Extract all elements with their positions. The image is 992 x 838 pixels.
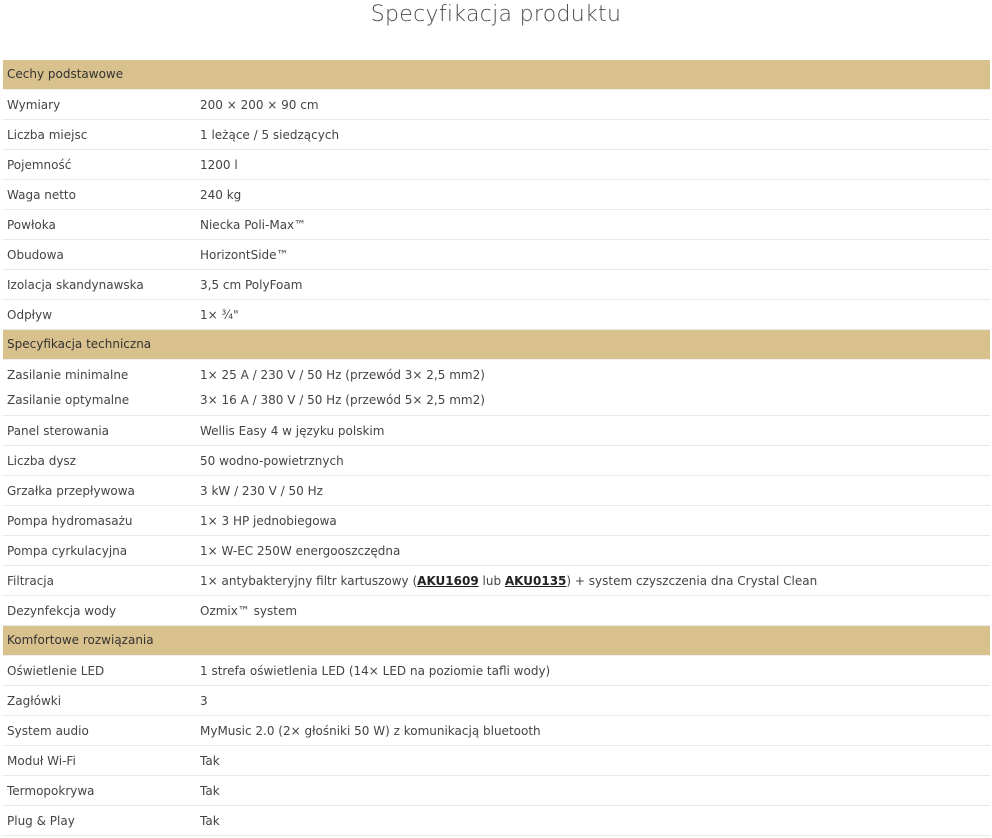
table-row: Termopokrywa Tak (3, 776, 990, 806)
spec-label: Filtracja (7, 573, 54, 588)
table-row: Liczba miejsc 1 leżące / 5 siedzących (3, 120, 990, 150)
table-row: Dezynfekcja wody Ozmix™ system (3, 596, 990, 626)
table-row: Izolacja skandynawska 3,5 cm PolyFoam (3, 270, 990, 300)
spec-value: Niecka Poli-Max™ (200, 217, 307, 232)
spec-value: 1 leżące / 5 siedzących (200, 127, 340, 142)
filtration-middle: lub (478, 573, 505, 588)
spec-value: Wellis Easy 4 w języku polskim (200, 423, 385, 438)
spec-value: 50 wodno-powietrznych (200, 453, 344, 468)
section-header-basic: Cechy podstawowe (3, 60, 990, 90)
spec-label: Izolacja skandynawska (7, 277, 144, 292)
spec-label: Pompa cyrkulacyjna (7, 543, 128, 558)
power-opt-value: 3× 16 A / 380 V / 50 Hz (przewód 5× 2,5 … (200, 392, 485, 407)
spec-label: Wymiary (7, 97, 61, 112)
spec-label: Dezynfekcja wody (7, 603, 117, 618)
spec-label: Pompa hydromasażu (7, 513, 133, 528)
table-row: Panel sterowania Wellis Easy 4 w języku … (3, 416, 990, 446)
table-row: Zagłówki 3 (3, 686, 990, 716)
table-row: Grzałka przepływowa 3 kW / 230 V / 50 Hz (3, 476, 990, 506)
filtration-suffix: ) + system czyszczenia dna Crystal Clean (566, 573, 818, 588)
spec-label: Termopokrywa (7, 783, 95, 798)
table-row: Pompa hydromasażu 1× 3 HP jednobiegowa (3, 506, 990, 536)
spec-label: Zasilanie minimalne Zasilanie optymalne (3, 360, 200, 415)
spec-value: 1× antybakteryjny filtr kartuszowy (AKU1… (200, 566, 990, 595)
table-row: Plug & Play Tak (3, 806, 990, 836)
table-row: Obudowa HorizontSide™ (3, 240, 990, 270)
table-row: Odpływ 1× ¾" (3, 300, 990, 330)
section-header-comfort: Komfortowe rozwiązania (3, 626, 990, 656)
spec-value: 1 strefa oświetlenia LED (14× LED na poz… (200, 663, 551, 678)
table-row: Pompa cyrkulacyjna 1× W-EC 250W energoos… (3, 536, 990, 566)
table-row: Moduł Wi-Fi Tak (3, 746, 990, 776)
section-header-technical: Specyfikacja techniczna (3, 330, 990, 360)
power-opt-label: Zasilanie optymalne (7, 392, 130, 407)
filtration-prefix: 1× antybakteryjny filtr kartuszowy ( (200, 573, 418, 588)
page-title: Specyfikacja produktu (370, 2, 622, 27)
spec-label: Waga netto (7, 187, 76, 202)
table-row: Liczba dysz 50 wodno-powietrznych (3, 446, 990, 476)
power-min-value: 1× 25 A / 230 V / 50 Hz (przewód 3× 2,5 … (200, 367, 485, 382)
table-row: Powłoka Niecka Poli-Max™ (3, 210, 990, 240)
spec-label: Pojemność (7, 157, 72, 172)
spec-label: Oświetlenie LED (7, 663, 105, 678)
spec-value: 1× 25 A / 230 V / 50 Hz (przewód 3× 2,5 … (200, 360, 990, 415)
spec-value: HorizontSide™ (200, 247, 289, 262)
spec-value: 1× W-EC 250W energooszczędna (200, 543, 401, 558)
spec-label: Odpływ (7, 307, 53, 322)
spec-label: Grzałka przepływowa (7, 483, 135, 498)
spec-value: 1× 3 HP jednobiegowa (200, 513, 337, 528)
spec-label: Plug & Play (7, 813, 75, 828)
table-row-power: Zasilanie minimalne Zasilanie optymalne … (3, 360, 990, 416)
spec-value: 240 kg (200, 187, 242, 202)
table-row: Waga netto 240 kg (3, 180, 990, 210)
spec-value: 1× ¾" (200, 307, 239, 322)
spec-value: 3 (200, 693, 208, 708)
spec-value: MyMusic 2.0 (2× głośniki 50 W) z komunik… (200, 723, 541, 738)
spec-label: Liczba dysz (7, 453, 76, 468)
table-row: System audio MyMusic 2.0 (2× głośniki 50… (3, 716, 990, 746)
spec-value: 200 × 200 × 90 cm (200, 97, 319, 112)
spec-label: Panel sterowania (7, 423, 109, 438)
spec-label: System audio (7, 723, 89, 738)
spec-value: 3 kW / 230 V / 50 Hz (200, 483, 323, 498)
spec-label: Zagłówki (7, 693, 62, 708)
spec-value: 1200 l (200, 157, 238, 172)
power-min-label: Zasilanie minimalne (7, 367, 129, 382)
link-aku1609[interactable]: AKU1609 (417, 574, 479, 588)
spec-label: Powłoka (7, 217, 56, 232)
table-row: Oświetlenie LED 1 strefa oświetlenia LED… (3, 656, 990, 686)
spec-label: Liczba miejsc (7, 127, 88, 142)
table-row: Pojemność 1200 l (3, 150, 990, 180)
spec-value: Tak (200, 783, 220, 798)
spec-label: Moduł Wi-Fi (7, 753, 76, 768)
table-row-filtration: Filtracja 1× antybakteryjny filtr kartus… (3, 566, 990, 596)
spec-value: 3,5 cm PolyFoam (200, 277, 303, 292)
spec-value: Ozmix™ system (200, 603, 298, 618)
spec-table: Cechy podstawowe Wymiary 200 × 200 × 90 … (3, 60, 990, 836)
table-row: Wymiary 200 × 200 × 90 cm (3, 90, 990, 120)
spec-value: Tak (200, 753, 220, 768)
spec-label: Obudowa (7, 247, 64, 262)
spec-value: Tak (200, 813, 220, 828)
link-aku0135[interactable]: AKU0135 (505, 574, 567, 588)
